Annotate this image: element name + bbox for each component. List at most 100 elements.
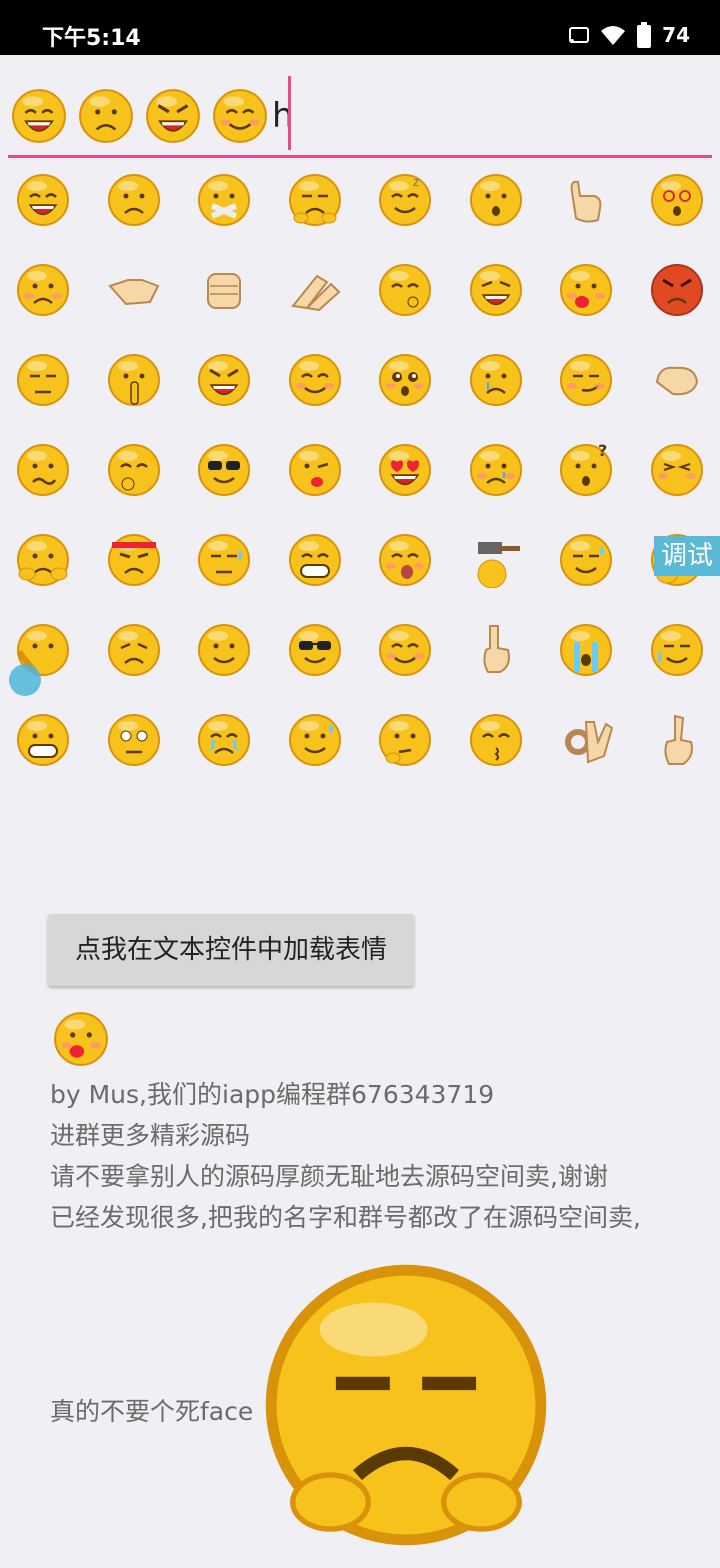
emoji-cell-shush[interactable] xyxy=(377,262,433,318)
emoji-cell-sweat-smile[interactable] xyxy=(287,712,343,768)
emoji-cell-tongue[interactable] xyxy=(558,262,614,318)
emoji-cell-tearing[interactable] xyxy=(468,352,524,408)
info-line: 请不要拿别人的源码厚颜无耻地去源码空间卖,谢谢 xyxy=(50,1162,608,1191)
emoji-cell-point-up[interactable] xyxy=(468,622,524,678)
assistive-touch-button[interactable] xyxy=(9,664,41,696)
emoji-cell-hug[interactable] xyxy=(15,532,71,588)
stare-emoji-icon xyxy=(107,714,160,766)
emoji-cell-crying-small[interactable] xyxy=(468,442,524,498)
emoji-cell-surprised[interactable] xyxy=(468,172,524,228)
tongue-emoji-icon xyxy=(54,1012,108,1066)
emoji-cell-big-grin[interactable] xyxy=(15,712,71,768)
emoji-cell-victory[interactable] xyxy=(558,172,614,228)
info-line: 进群更多精彩源码 xyxy=(50,1121,251,1150)
emoji-cell-bicep[interactable] xyxy=(649,352,705,408)
emoji-text-input[interactable]: h xyxy=(8,70,712,158)
grin-emoji-icon xyxy=(17,174,69,226)
emoji-cell-shy[interactable] xyxy=(287,352,343,408)
cast-icon xyxy=(569,27,590,43)
emoji-cell-question[interactable]: ? xyxy=(558,442,614,498)
snooty-emoji-icon xyxy=(650,624,703,676)
emoji-cell-think[interactable] xyxy=(106,442,162,498)
squint-emoji-icon xyxy=(650,444,703,496)
input-emoji-sad xyxy=(77,87,135,145)
hug-emoji-icon xyxy=(17,534,69,586)
emoji-row: z xyxy=(0,172,720,262)
emoji-cell-grin[interactable] xyxy=(15,172,71,228)
pout-emoji-icon xyxy=(107,624,160,676)
emoji-cell-stare[interactable] xyxy=(106,712,162,768)
tongue-emoji-icon xyxy=(560,264,612,316)
shush-emoji-icon xyxy=(379,264,431,316)
battery-icon xyxy=(637,22,652,48)
emoji-cell-smug[interactable] xyxy=(287,172,343,228)
emoji-cell-sad[interactable] xyxy=(106,172,162,228)
input-content: h xyxy=(10,86,294,146)
emoji-cell-yawn[interactable] xyxy=(377,532,433,588)
emoji-cell-fist[interactable] xyxy=(196,262,252,318)
angry-emoji-icon xyxy=(146,89,200,143)
sweat-emoji-icon xyxy=(198,534,250,586)
emoji-cell-grimace[interactable] xyxy=(287,532,343,588)
sad-emoji-icon xyxy=(107,174,160,226)
emoji-row xyxy=(0,262,720,352)
shy-emoji-icon xyxy=(213,89,267,143)
kiss-emoji-icon xyxy=(469,714,522,766)
sad-emoji-icon xyxy=(79,89,133,143)
emoji-cell-dizzy[interactable] xyxy=(649,172,705,228)
emoji-cell-mute[interactable] xyxy=(196,172,252,228)
emoji-cell-sleepy[interactable]: z xyxy=(377,172,433,228)
emoji-cell-wipe-sweat[interactable] xyxy=(558,532,614,588)
emoji-cell-laugh[interactable] xyxy=(468,262,524,318)
smirk-emoji-icon xyxy=(560,354,612,406)
emoji-cell-confused[interactable] xyxy=(15,442,71,498)
debug-button[interactable]: 调试 xyxy=(654,536,720,576)
grimace-emoji-icon xyxy=(288,534,341,586)
emoji-cell-thinking[interactable] xyxy=(377,712,433,768)
emoji-cell-ok[interactable] xyxy=(558,712,614,768)
furious-emoji-icon xyxy=(650,264,703,316)
info-last-line: 真的不要个死face xyxy=(50,1254,715,1568)
info-line: 真的不要个死face xyxy=(50,1396,254,1426)
emoji-cell-cool[interactable] xyxy=(196,442,252,498)
squint-smile-emoji-icon xyxy=(379,624,431,676)
emoji-cell-handshake[interactable] xyxy=(106,262,162,318)
emoji-cell-weep[interactable] xyxy=(196,712,252,768)
emoji-cell-kiss[interactable] xyxy=(468,712,524,768)
finger-quiet-emoji-icon xyxy=(107,354,160,406)
emoji-cell-smile[interactable] xyxy=(196,622,252,678)
emoji-cell-wink[interactable] xyxy=(287,442,343,498)
emoji-cell-angry[interactable] xyxy=(196,352,252,408)
emoji-cell-hammer[interactable] xyxy=(468,532,524,588)
emoji-cell-sweat[interactable] xyxy=(196,532,252,588)
emoji-cell-bored[interactable] xyxy=(15,352,71,408)
emoji-cell-smirk[interactable] xyxy=(558,352,614,408)
emoji-cell-snooty[interactable] xyxy=(649,622,705,678)
smug-emoji-icon xyxy=(253,1254,555,1568)
yawn-emoji-icon xyxy=(379,534,431,586)
emoji-cell-sunglasses[interactable] xyxy=(287,622,343,678)
emoji-cell-furious[interactable] xyxy=(649,262,705,318)
emoji-cell-squint-smile[interactable] xyxy=(377,622,433,678)
pleading-emoji-icon xyxy=(379,354,431,406)
emoji-cell-love[interactable] xyxy=(377,442,433,498)
battery-level: 74 xyxy=(662,23,690,47)
clap-emoji-icon xyxy=(290,274,340,312)
question-emoji-icon: ? xyxy=(560,442,612,496)
emoji-cell-cry[interactable] xyxy=(558,622,614,678)
emoji-cell-worried[interactable] xyxy=(15,262,71,318)
ok-emoji-icon xyxy=(565,721,614,764)
dizzy-emoji-icon xyxy=(650,174,703,226)
emoji-cell-finger-quiet[interactable] xyxy=(106,352,162,408)
emoji-cell-ninja[interactable] xyxy=(106,532,162,588)
fist-emoji-icon xyxy=(207,273,241,309)
load-emoji-button[interactable]: 点我在文本控件中加载表情 xyxy=(48,914,414,986)
emoji-cell-squint[interactable] xyxy=(649,442,705,498)
ninja-emoji-icon xyxy=(107,534,160,586)
big-grin-emoji-icon xyxy=(17,714,69,766)
emoji-cell-pleading[interactable] xyxy=(377,352,433,408)
emoji-cell-pout[interactable] xyxy=(106,622,162,678)
emoji-cell-clap[interactable] xyxy=(287,262,343,318)
emoji-cell-index-up[interactable] xyxy=(649,712,705,768)
emoji-row xyxy=(0,532,720,622)
